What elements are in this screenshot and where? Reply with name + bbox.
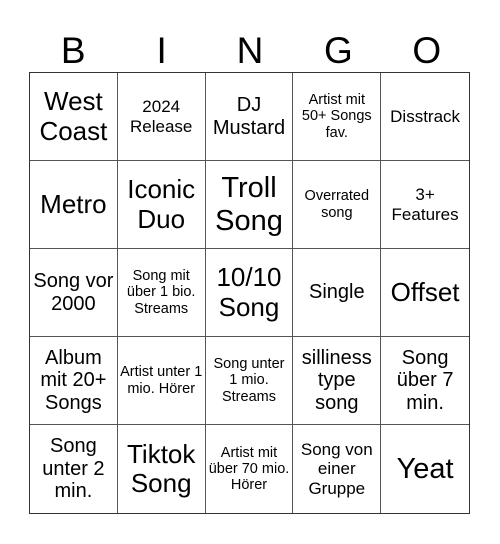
bingo-cell[interactable]: Album mit 20+ Songs (30, 337, 118, 425)
bingo-cell[interactable]: silliness type song (293, 337, 382, 425)
bingo-cell[interactable]: Iconic Duo (117, 161, 206, 249)
bingo-cell[interactable]: Offset (381, 249, 469, 337)
bingo-cell[interactable]: Yeat (381, 425, 469, 513)
bingo-cell[interactable]: Tiktok Song (118, 425, 206, 513)
bingo-cell[interactable]: Metro (30, 161, 118, 249)
bingo-cell[interactable]: 2024 Release (117, 73, 206, 161)
bingo-header: B I N G O (29, 30, 471, 72)
bingo-cell[interactable]: Overrated song (293, 161, 382, 249)
bingo-cell[interactable]: 3+ Features (381, 161, 469, 249)
bingo-cell[interactable]: DJ Mustard (205, 73, 294, 161)
header-letter-g: G (324, 30, 353, 71)
bingo-cell[interactable]: Song über 7 min. (381, 337, 469, 425)
bingo-cell[interactable]: Artist unter 1 mio. Hörer (117, 337, 206, 425)
bingo-card-grid: West Coast 2024 Release DJ Mustard Artist m… (29, 72, 470, 514)
header-letter-i: I (156, 30, 167, 71)
header-letter-n: N (236, 30, 264, 71)
bingo-cell[interactable]: Song von einer Gruppe (293, 425, 382, 513)
bingo-cell[interactable]: Song mit über 1 bio. Streams (117, 249, 206, 337)
bingo-cell[interactable]: Artist mit über 70 mio. Hörer (206, 425, 294, 513)
bingo-cell[interactable]: Troll Song (205, 161, 294, 249)
bingo-cell[interactable]: Artist mit 50+ Songs fav. (293, 73, 382, 161)
bingo-cell[interactable]: 10/10 Song (205, 249, 294, 337)
bingo-cell[interactable]: Song unter 1 mio. Streams (205, 337, 294, 425)
bingo-cell[interactable]: Single (293, 249, 382, 337)
header-letter-b: B (60, 30, 86, 71)
bingo-cell[interactable]: West Coast (30, 73, 118, 161)
header-letter-o: O (412, 30, 442, 71)
bingo-cell[interactable]: Song vor 2000 (30, 249, 118, 337)
bingo-cell[interactable]: Disstrack (381, 73, 469, 161)
bingo-cell[interactable]: Song unter 2 min. (30, 425, 118, 513)
